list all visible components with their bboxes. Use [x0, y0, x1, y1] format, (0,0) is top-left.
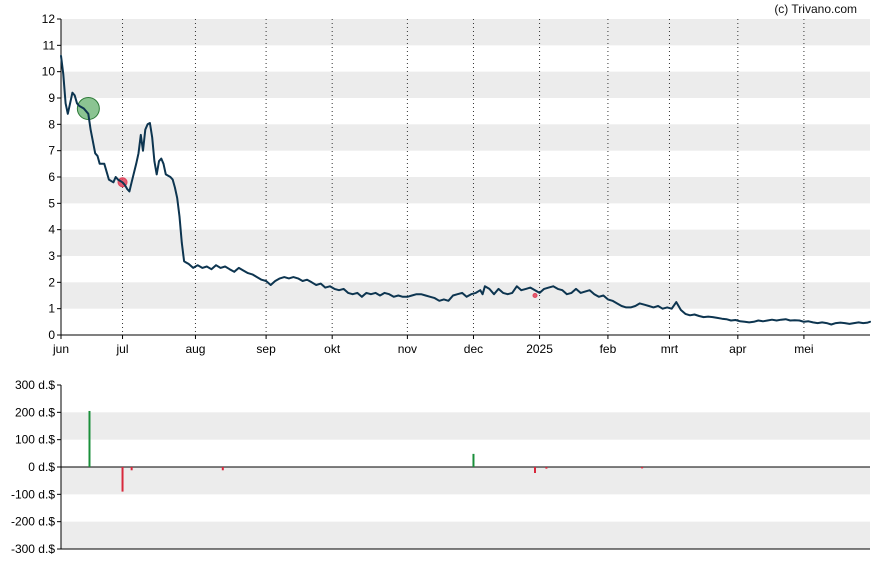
- price-y-tick-label: 3: [48, 249, 55, 263]
- month-tick-label: okt: [324, 342, 341, 356]
- volume-band: [61, 467, 870, 495]
- month-tick-label: mei: [794, 342, 813, 356]
- volume-y-tick-label: 300 d.$: [15, 378, 55, 392]
- price-y-tick-label: 5: [48, 196, 55, 210]
- price-y-tick-label: 6: [48, 170, 55, 184]
- price-band: [61, 71, 870, 98]
- price-y-tick-label: 7: [48, 144, 55, 158]
- price-y-tick-label: 12: [42, 12, 56, 26]
- month-tick-label: jul: [116, 342, 129, 356]
- month-tick-label: nov: [398, 342, 417, 356]
- volume-y-tick-label: -100 d.$: [11, 487, 55, 501]
- month-tick-label: mrt: [661, 342, 679, 356]
- price-y-tick-label: 4: [48, 223, 55, 237]
- price-band: [61, 124, 870, 151]
- volume-y-axis: 300 d.$ 200 d.$ 100 d.$ 0 d.$ -100 d.$ -200 d…: [11, 378, 61, 556]
- price-y-tick-label: 9: [48, 91, 55, 105]
- volume-y-tick-label: 0 d.$: [28, 460, 55, 474]
- price-y-tick-label: 8: [48, 117, 55, 131]
- stock-chart: 0123456789101112 jun jul aug sep okt nov dec 20…: [11, 2, 871, 556]
- volume-band: [61, 521, 870, 549]
- volume-panel-bands: [61, 412, 870, 549]
- price-y-tick-label: 0: [48, 328, 55, 342]
- volume-band: [61, 412, 870, 440]
- month-tick-label: 2025: [526, 342, 553, 356]
- sell-marker: [532, 293, 538, 298]
- credit-text: (c) Trivano.com: [774, 2, 857, 16]
- month-tick-label: dec: [464, 342, 483, 356]
- price-band: [61, 177, 870, 204]
- month-tick-label: apr: [729, 342, 746, 356]
- volume-y-tick-label: 200 d.$: [15, 405, 55, 419]
- volume-y-tick-label: -200 d.$: [11, 515, 55, 529]
- price-y-tick-label: 10: [42, 65, 56, 79]
- price-band: [61, 19, 870, 46]
- volume-y-tick-label: -300 d.$: [11, 542, 55, 556]
- price-y-axis: 0123456789101112: [42, 12, 61, 342]
- price-y-tick-label: 2: [48, 275, 55, 289]
- month-x-axis: jun jul aug sep okt nov dec 2025 feb mrt apr mei: [52, 335, 814, 356]
- month-tick-label: jun: [52, 342, 69, 356]
- price-panel-bands: [61, 19, 870, 309]
- month-tick-label: aug: [185, 342, 205, 356]
- price-y-tick-label: 11: [43, 38, 56, 52]
- month-tick-label: feb: [600, 342, 617, 356]
- price-y-tick-label: 1: [48, 302, 55, 316]
- volume-y-tick-label: 100 d.$: [15, 433, 55, 447]
- month-tick-label: sep: [256, 342, 276, 356]
